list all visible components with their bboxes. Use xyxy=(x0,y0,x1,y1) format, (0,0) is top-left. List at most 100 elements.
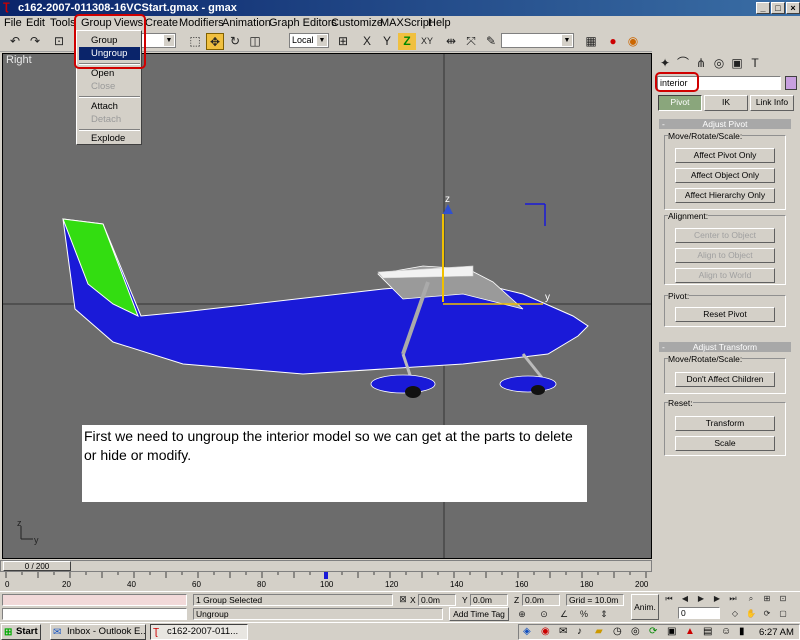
close-button[interactable]: × xyxy=(786,2,800,14)
z-coord-field[interactable]: 0.0m xyxy=(522,594,560,606)
menu-edit[interactable]: Edit xyxy=(24,16,47,30)
object-color-swatch[interactable] xyxy=(785,76,797,90)
center-to-object-button[interactable]: Center to Object xyxy=(675,228,775,243)
play-icon[interactable]: ▶ xyxy=(694,592,708,605)
menu-animation[interactable]: Animation xyxy=(220,16,273,30)
tray-folder-icon[interactable]: ▰ xyxy=(595,626,603,637)
motion-tab-icon[interactable]: ◎ xyxy=(710,55,728,72)
anim-button[interactable]: Anim. xyxy=(631,594,659,620)
pivot-center-icon[interactable]: ⊞ xyxy=(334,33,352,50)
menu-file[interactable]: File xyxy=(2,16,24,30)
mirror-icon[interactable]: ⇹ xyxy=(442,33,460,50)
taskbar-clock[interactable]: 6:27 AM xyxy=(759,627,794,638)
align-to-object-button[interactable]: Align to Object xyxy=(675,248,775,263)
select-scale-icon[interactable]: ◫ xyxy=(246,33,264,50)
tray-display-icon[interactable]: ▣ xyxy=(667,626,676,637)
quick-render-icon[interactable]: ◉ xyxy=(624,33,642,50)
utilities-tab-icon[interactable]: T xyxy=(746,55,764,72)
menu-modifiers[interactable]: Modifiers xyxy=(177,16,226,30)
modify-tab-icon[interactable]: ⌒ xyxy=(674,55,692,72)
tray-alert-icon[interactable]: ▲ xyxy=(685,626,695,637)
x-coord-field[interactable]: 0.0m xyxy=(418,594,456,606)
goto-end-icon[interactable]: ⏭ xyxy=(726,592,740,605)
arc-rotate-icon[interactable]: ⟳ xyxy=(760,607,774,620)
time-slider[interactable]: 0 / 200 xyxy=(0,560,652,572)
next-frame-icon[interactable]: ▶ xyxy=(710,592,724,605)
tray-clock-icon[interactable]: ◷ xyxy=(613,626,622,637)
tray-antivirus-icon[interactable]: ◉ xyxy=(541,626,550,637)
tray-update-icon[interactable]: ⟳ xyxy=(649,626,657,637)
named-selection-dropdown[interactable] xyxy=(501,33,574,48)
y-coord-field[interactable]: 0.0m xyxy=(470,594,508,606)
add-time-tag-button[interactable]: Add Time Tag xyxy=(449,607,509,621)
reset-pivot-button[interactable]: Reset Pivot xyxy=(675,307,775,322)
minimize-button[interactable]: _ xyxy=(756,2,770,14)
tray-app-icon[interactable]: ◎ xyxy=(631,626,640,637)
menu-item-attach[interactable]: Attach xyxy=(79,100,140,113)
start-button[interactable]: ⊞ Start xyxy=(1,624,41,640)
field-of-view-icon[interactable]: ◇ xyxy=(728,607,742,620)
zoom-extents-icon[interactable]: ⊡ xyxy=(776,592,790,605)
snap-icon[interactable]: ⊙ xyxy=(536,607,552,621)
material-editor-icon[interactable]: ▦ xyxy=(582,33,600,50)
percent-snap-icon[interactable]: % xyxy=(576,607,592,621)
reset-transform-button[interactable]: Transform xyxy=(675,416,775,431)
display-tab-icon[interactable]: ▣ xyxy=(728,55,746,72)
align-icon[interactable]: ⤧ xyxy=(462,33,480,50)
render-icon[interactable]: ● xyxy=(604,33,622,50)
undo-icon[interactable]: ↶ xyxy=(6,33,24,50)
named-selection-icon[interactable]: ✎ xyxy=(482,33,500,50)
create-tab-icon[interactable]: ✦ xyxy=(656,55,674,72)
restrict-xy-icon[interactable]: XY xyxy=(418,33,436,50)
adjust-transform-rollout[interactable]: - Adjust Transform xyxy=(659,342,791,352)
adjust-pivot-rollout[interactable]: - Adjust Pivot xyxy=(659,119,791,129)
select-rotate-icon[interactable]: ↻ xyxy=(226,33,244,50)
select-link-icon[interactable]: ⊡ xyxy=(50,33,68,50)
affect-pivot-only-button[interactable]: Affect Pivot Only xyxy=(675,148,775,163)
zoom-all-icon[interactable]: ⊞ xyxy=(760,592,774,605)
menu-customize[interactable]: Customize xyxy=(329,16,385,30)
tab-link-info[interactable]: Link Info xyxy=(750,95,794,111)
tab-pivot[interactable]: Pivot xyxy=(658,95,702,111)
reset-scale-button[interactable]: Scale xyxy=(675,436,775,451)
affect-object-only-button[interactable]: Affect Object Only xyxy=(675,168,775,183)
spinner-snap-icon[interactable]: ⇕ xyxy=(596,607,612,621)
maximize-viewport-icon[interactable]: ▢ xyxy=(776,607,790,620)
tray-mail-icon[interactable]: ✉ xyxy=(559,626,567,637)
affect-hierarchy-only-button[interactable]: Affect Hierarchy Only xyxy=(675,188,775,203)
prev-frame-icon[interactable]: ◀ xyxy=(678,592,692,605)
pan-icon[interactable]: ✋ xyxy=(744,607,758,620)
taskbar-gmax[interactable]: Ʈc162-2007-011... xyxy=(150,624,248,640)
menu-item-close[interactable]: Close xyxy=(79,80,140,93)
restrict-x-icon[interactable]: X xyxy=(358,33,376,50)
maxscript-listener-field[interactable] xyxy=(2,594,187,606)
select-object-icon[interactable]: ⬚ xyxy=(186,33,204,50)
dont-affect-children-button[interactable]: Don't Affect Children xyxy=(675,372,775,387)
maxscript-output-field[interactable] xyxy=(2,608,187,620)
menu-item-explode[interactable]: Explode xyxy=(79,132,140,145)
angle-snap-icon[interactable]: ∠ xyxy=(556,607,572,621)
time-tag-icon[interactable]: ⊕ xyxy=(514,607,530,621)
lock-selection-icon[interactable]: ⊠ xyxy=(397,592,409,606)
track-bar[interactable]: 0 20 40 60 80 100 120 140 160 180 200 xyxy=(0,572,652,590)
zoom-icon[interactable]: ⌕ xyxy=(744,592,758,605)
reference-coordinate-dropdown[interactable]: Local xyxy=(289,33,329,48)
tab-ik[interactable]: IK xyxy=(704,95,748,111)
maximize-button[interactable]: □ xyxy=(771,2,785,14)
restrict-z-icon[interactable]: Z xyxy=(398,33,416,50)
menu-create[interactable]: Create xyxy=(143,16,180,30)
tray-network-icon[interactable]: ◈ xyxy=(523,626,531,637)
restrict-y-icon[interactable]: Y xyxy=(378,33,396,50)
hierarchy-tab-icon[interactable]: ⋔ xyxy=(692,55,710,72)
current-frame-field[interactable]: 0 xyxy=(678,607,720,619)
taskbar-outlook[interactable]: ✉ Inbox - Outlook E... xyxy=(50,624,146,640)
tray-chat-icon[interactable]: ☺ xyxy=(721,626,731,637)
tray-printer-icon[interactable]: ▤ xyxy=(703,626,712,637)
menu-item-detach[interactable]: Detach xyxy=(79,113,140,126)
redo-icon[interactable]: ↷ xyxy=(26,33,44,50)
goto-start-icon[interactable]: ⏮ xyxy=(662,592,676,605)
tray-battery-icon[interactable]: ▮ xyxy=(739,626,745,637)
tray-volume-icon[interactable]: ♪ xyxy=(577,626,582,637)
align-to-world-button[interactable]: Align to World xyxy=(675,268,775,283)
menu-help[interactable]: Help xyxy=(426,16,453,30)
